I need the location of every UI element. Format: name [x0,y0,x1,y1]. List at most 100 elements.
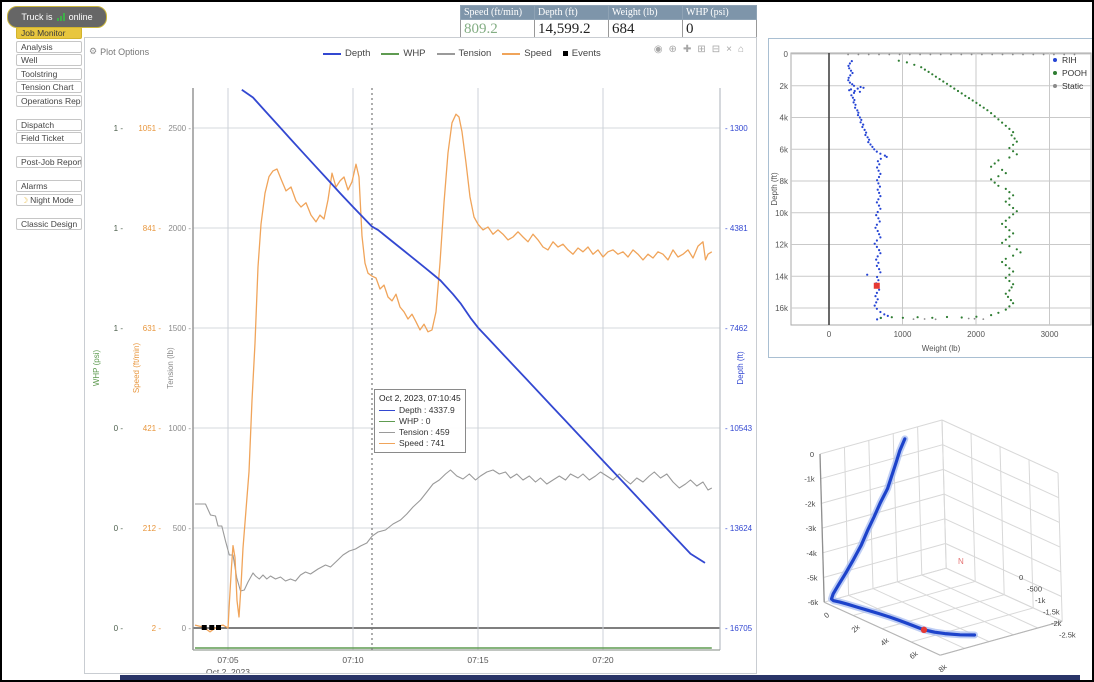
static-dot-icon [1053,84,1057,88]
svg-text:-5k: -5k [807,574,818,583]
svg-text:07:15: 07:15 [467,655,489,665]
svg-text:0 -: 0 - [114,524,124,533]
svg-text:4k: 4k [879,636,891,648]
svg-text:2500 -: 2500 - [168,124,191,133]
svg-text:500 -: 500 - [173,524,192,533]
scatter-legend-item-pooh[interactable]: POOH [1053,68,1087,78]
svg-text:8k: 8k [937,662,949,674]
svg-text:16k: 16k [775,304,789,313]
moon-icon: ☽ [21,196,28,205]
whp-line-icon [379,421,395,422]
depth-line-icon [379,410,395,411]
weight-depth-panel: 02k4k6k8k10k12k14k16k0100020003000Weight… [768,38,1094,358]
trajectory-3d-chart[interactable]: N0-1k-2k-3k-4k-5k-6k02k4k6k8k0-500-1k-1.… [768,362,1094,678]
svg-text:Tension (lb): Tension (lb) [166,347,175,389]
time-series-chart[interactable]: 1 - 1051 - 2500 - - 1300 1 - 841 - 2000 - - 438… [85,38,756,673]
sidebar-item-tension-chart[interactable]: Tension Chart [16,81,82,93]
sidebar-item-classic-design[interactable]: Classic Design [16,218,82,230]
tooltip-time: Oct 2, 2023, 07:10:45 [379,393,461,403]
kpi-header-weight-lb-: Weight (lb) [609,6,683,20]
svg-text:-6k: -6k [808,598,819,607]
kpi-value-speed-ft-min-: 809.2 [461,20,535,39]
svg-text:631 -: 631 - [143,324,162,333]
sidebar-item-operations-report[interactable]: Operations Report [16,95,82,107]
bottom-scrollbar[interactable] [120,675,1080,680]
svg-text:4k: 4k [780,114,789,123]
svg-text:0: 0 [784,50,789,59]
weight-depth-chart[interactable]: 02k4k6k8k10k12k14k16k0100020003000Weight… [769,39,1093,357]
sidebar-item-analysis[interactable]: Analysis [16,41,82,53]
truck-status-prefix: Truck is [21,12,52,22]
svg-text:- 4381: - 4381 [725,224,748,233]
svg-text:-4k: -4k [806,549,817,558]
svg-text:N: N [958,557,964,566]
svg-text:6k: 6k [908,649,920,661]
kpi-value-depth-ft-: 14,599.2 [535,20,609,39]
sidebar-item-alarms[interactable]: Alarms [16,180,82,192]
sidebar: Job Monitor AnalysisWell ToolstringTension… [16,27,86,242]
svg-text:421 -: 421 - [143,424,162,433]
signal-bars-icon [57,13,65,21]
sidebar-item-post-job-report[interactable]: Post-Job Report [16,156,82,168]
svg-text:841 -: 841 - [143,224,162,233]
sidebar-item-toolstring[interactable]: Toolstring [16,68,82,80]
truck-status-pill[interactable]: Truck is online [7,6,107,28]
app-root: Truck is online Job Monitor AnalysisWell T… [0,0,1094,682]
sidebar-item-dispatch[interactable]: Dispatch [16,119,82,131]
svg-text:14k: 14k [775,272,789,281]
speed-line-icon [379,443,395,444]
svg-text:0: 0 [810,450,814,459]
svg-text:1000: 1000 [894,330,912,339]
sidebar-group: Classic Design [16,218,86,230]
svg-text:-1k: -1k [1035,596,1046,605]
sidebar-item-well[interactable]: Well [16,54,82,66]
svg-text:- 13624: - 13624 [725,524,753,533]
svg-text:1051 -: 1051 - [138,124,161,133]
sidebar-item-field-ticket[interactable]: Field Ticket [16,132,82,144]
hover-tooltip: Oct 2, 2023, 07:10:45 Depth : 4337.9WHP … [374,389,466,453]
svg-text:- 7462: - 7462 [725,324,748,333]
kpi-value-weight-lb-: 684 [609,20,683,39]
svg-text:0 -: 0 - [182,624,192,633]
svg-text:8k: 8k [780,177,789,186]
sidebar-item-night-mode[interactable]: ☽Night Mode [16,194,82,206]
svg-text:-1k: -1k [804,475,815,484]
truck-status-suffix: online [69,12,93,22]
kpi-header-speed-ft-min-: Speed (ft/min) [461,6,535,20]
scatter-legend-item-rih[interactable]: RIH [1053,55,1087,65]
svg-text:-500: -500 [1027,585,1042,594]
scatter-legend-item-static[interactable]: Static [1053,81,1087,91]
tooltip-row-speed: Speed : 741 [379,438,461,448]
svg-text:07:20: 07:20 [592,655,614,665]
svg-text:0 -: 0 - [114,624,124,633]
rih-dot-icon [1053,58,1057,62]
svg-text:- 1300: - 1300 [725,124,748,133]
svg-text:12k: 12k [775,241,789,250]
svg-text:-2k: -2k [805,499,816,508]
svg-text:1 -: 1 - [114,124,124,133]
svg-text:07:10: 07:10 [342,655,364,665]
kpi-value-whp-psi-: 0 [683,20,757,39]
svg-text:WHP (psi): WHP (psi) [92,350,101,387]
svg-text:1 -: 1 - [114,224,124,233]
kpi-header-depth-ft-: Depth (ft) [535,6,609,20]
kpi-header-whp-psi-: WHP (psi) [683,6,757,20]
tension-line-icon [379,432,395,433]
svg-text:0: 0 [827,330,832,339]
svg-text:Depth (ft): Depth (ft) [736,351,745,385]
svg-text:2000 -: 2000 - [168,224,191,233]
tooltip-row-tension: Tension : 459 [379,427,461,437]
svg-text:2 -: 2 - [152,624,162,633]
time-series-panel: ⚙ Plot Options DepthWHPTensionSpeedEvent… [84,37,757,674]
svg-text:2k: 2k [850,622,862,634]
tooltip-row-whp: WHP : 0 [379,416,461,426]
svg-text:Weight (lb): Weight (lb) [922,344,961,353]
sidebar-group: Alarms ☽Night Mode [16,180,86,206]
svg-text:212 -: 212 - [143,524,162,533]
svg-text:Depth (ft): Depth (ft) [770,172,779,206]
sidebar-item-job-monitor[interactable]: Job Monitor [16,27,82,39]
svg-text:0 -: 0 - [114,424,124,433]
svg-text:-3k: -3k [806,524,817,533]
svg-text:-2.5k: -2.5k [1059,631,1076,640]
tooltip-row-depth: Depth : 4337.9 [379,405,461,415]
